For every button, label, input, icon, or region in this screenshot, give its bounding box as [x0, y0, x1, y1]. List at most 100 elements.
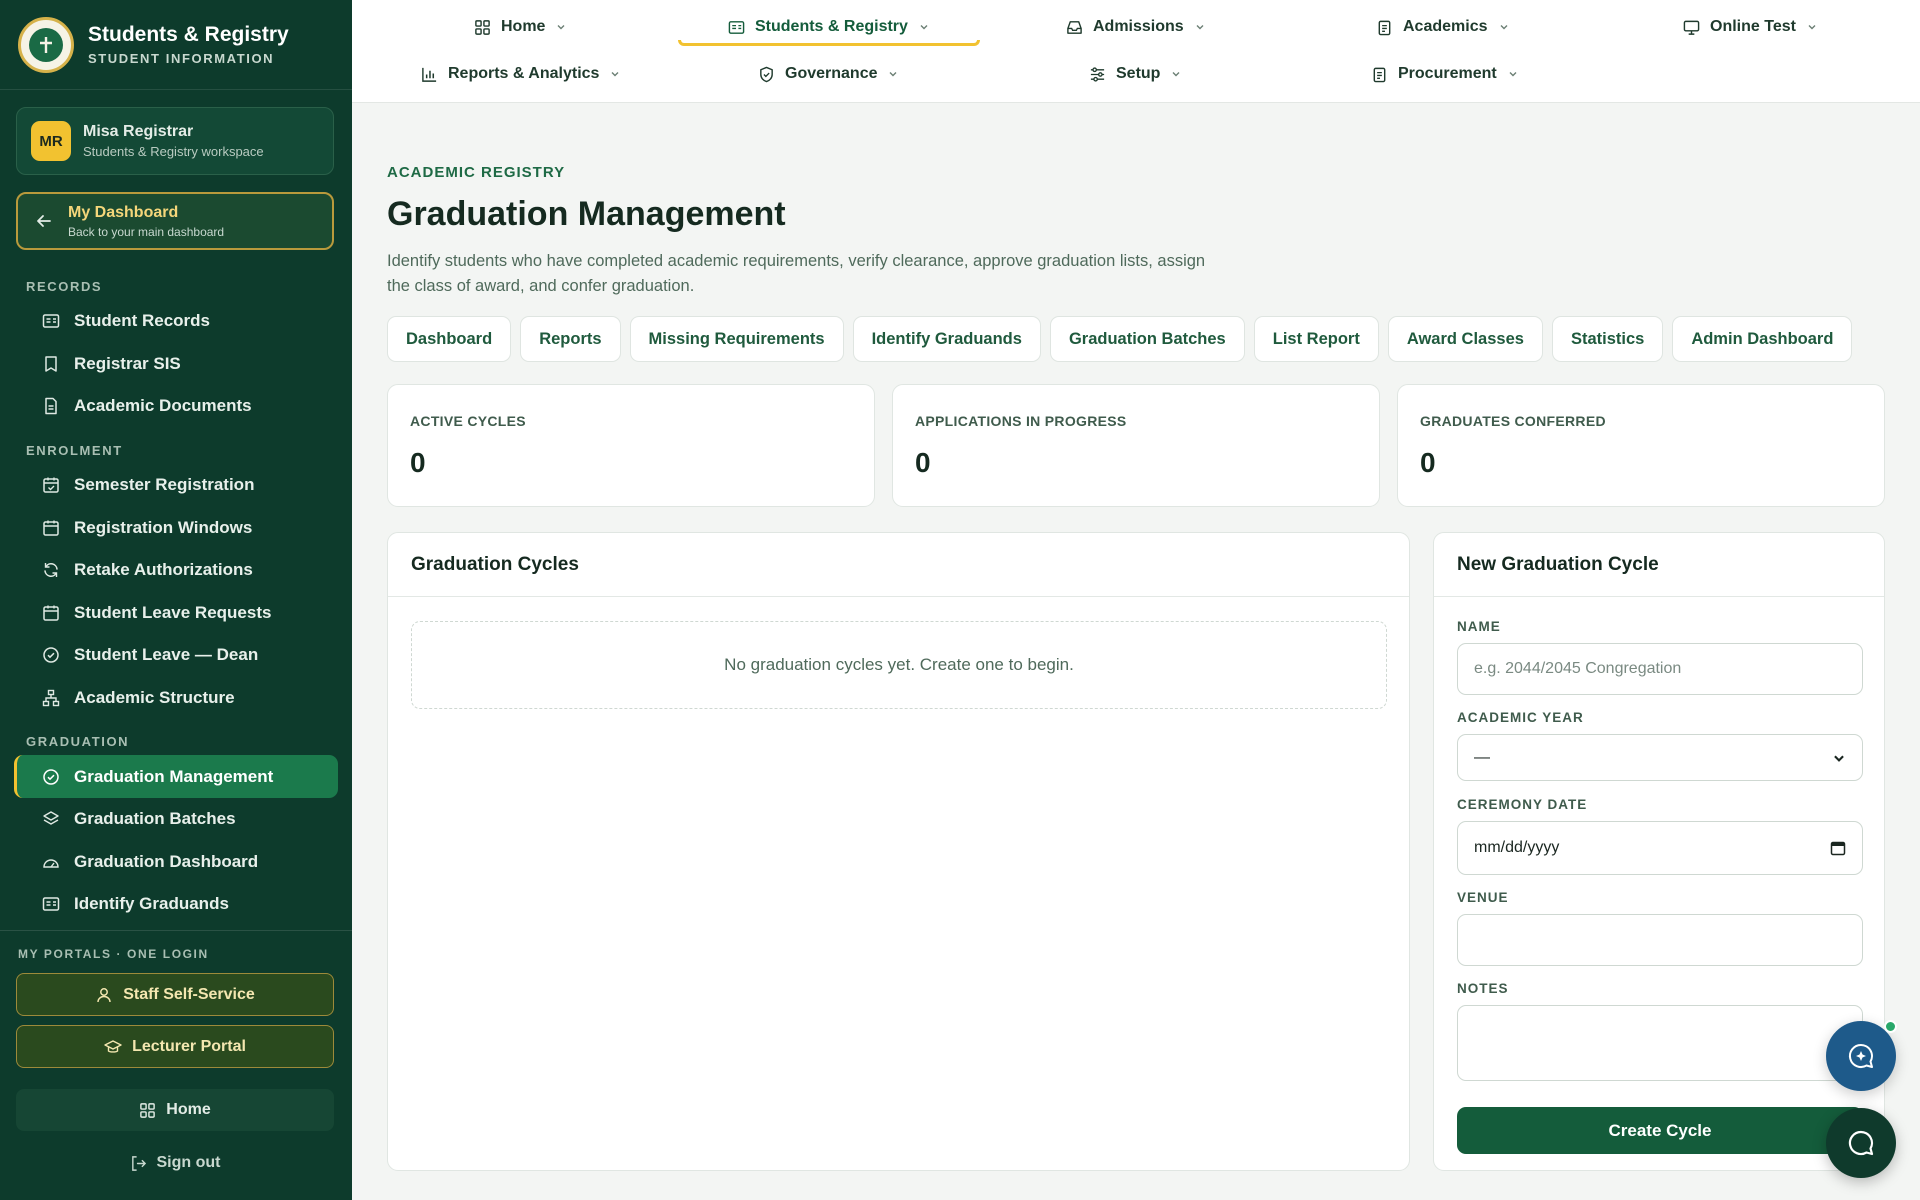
sidebar-item-label: Graduation Batches: [74, 809, 236, 829]
empty-state: No graduation cycles yet. Create one to …: [411, 621, 1387, 709]
brand-title: Students & Registry: [88, 23, 289, 46]
refresh-icon: [44, 563, 58, 578]
sidebar-item-label: Student Leave — Dean: [74, 645, 259, 665]
calendar-check-icon: [43, 477, 59, 493]
sidebar-item-academic-documents[interactable]: Academic Documents: [14, 385, 338, 428]
sidebar-item-academic-structure[interactable]: Academic Structure: [14, 677, 338, 720]
name-input[interactable]: e.g. 2044/2045 Congregation: [1457, 643, 1863, 695]
chat-sparkle-icon: [1849, 1043, 1873, 1068]
chevron-down-icon: [1196, 25, 1204, 30]
id-card-icon: [42, 314, 60, 329]
page-eyebrow: ACADEMIC REGISTRY: [387, 164, 566, 181]
inbox-icon: [1067, 20, 1082, 34]
page-description: Identify students who have completed aca…: [387, 252, 1206, 295]
id-card-icon: [42, 897, 60, 912]
lecturer-portal-button[interactable]: Lecturer Portal: [16, 1025, 334, 1068]
nav-home[interactable]: Home: [474, 11, 567, 43]
sidebar-item-student-records[interactable]: Student Records: [14, 300, 338, 343]
create-cycle-button[interactable]: Create Cycle: [1457, 1107, 1863, 1154]
lecturer-portal-label: Lecturer Portal: [132, 1037, 246, 1055]
logout-icon: [131, 1155, 146, 1171]
sidebar: Students & Registry STUDENT INFORMATION …: [0, 0, 352, 1200]
nav-students-registry[interactable]: Students & Registry: [728, 11, 930, 43]
sidebar-nav[interactable]: RECORDS Student Records Registrar SIS Ac…: [0, 264, 352, 930]
grid-icon: [475, 19, 490, 35]
notes-textarea[interactable]: [1457, 1005, 1863, 1081]
sliders-icon: [1090, 66, 1105, 82]
sidebar-item-student-leave-dean[interactable]: Student Leave — Dean: [14, 634, 338, 677]
sidebar-item-label: Student Records: [74, 311, 211, 331]
tab-graduation-batches[interactable]: Graduation Batches: [1049, 316, 1245, 362]
dashboard-link-title: My Dashboard: [68, 203, 179, 221]
id-card-icon: [728, 20, 745, 34]
tab-admin-dashboard[interactable]: Admin Dashboard: [1672, 316, 1853, 362]
sidebar-item-label: Retake Authorizations: [74, 560, 253, 580]
stat-card-applications: APPLICATIONS IN PROGRESS 0: [892, 384, 1380, 507]
calendar-icon: [43, 520, 59, 536]
chevron-down-icon: [1509, 72, 1517, 77]
section-label-graduation: GRADUATION: [26, 734, 130, 750]
sidebar-item-graduation-dashboard[interactable]: Graduation Dashboard: [14, 841, 338, 884]
tab-award-classes[interactable]: Award Classes: [1387, 316, 1543, 362]
chevron-down-icon: [611, 72, 619, 77]
stat-card-active-cycles: ACTIVE CYCLES 0: [387, 384, 875, 507]
sidebar-item-label: Identify Graduands: [74, 894, 229, 914]
stat-label: GRADUATES CONFERRED: [1420, 413, 1606, 429]
sidebar-item-label: Academic Documents: [74, 396, 252, 416]
sidebar-home-label: Home: [166, 1101, 211, 1118]
document-icon: [45, 398, 57, 415]
sidebar-item-registrar-sis[interactable]: Registrar SIS: [14, 343, 338, 386]
nav-online-test[interactable]: Online Test: [1683, 11, 1818, 43]
sidebar-item-semester-registration[interactable]: Semester Registration: [14, 464, 338, 507]
academic-year-value: —: [1474, 748, 1490, 766]
nav-reports-analytics[interactable]: Reports & Analytics: [421, 58, 621, 90]
nav-procurement[interactable]: Procurement: [1371, 58, 1519, 90]
venue-label: VENUE: [1457, 890, 1509, 905]
sidebar-item-identify-graduands[interactable]: Identify Graduands: [14, 883, 338, 926]
active-nav-indicator: [678, 40, 980, 46]
check-circle-icon: [43, 768, 59, 785]
venue-input[interactable]: [1457, 914, 1863, 966]
tab-missing-requirements[interactable]: Missing Requirements: [629, 316, 844, 362]
name-label: NAME: [1457, 619, 1501, 634]
sidebar-home-button[interactable]: Home: [16, 1089, 334, 1131]
sidebar-item-graduation-batches[interactable]: Graduation Batches: [14, 798, 338, 841]
nav-admissions-label: Admissions: [1093, 18, 1184, 35]
tab-dashboard[interactable]: Dashboard: [387, 316, 512, 362]
sidebar-item-label: Registration Windows: [74, 517, 253, 537]
sidebar-item-student-leave-requests[interactable]: Student Leave Requests: [14, 592, 338, 635]
academic-year-select[interactable]: —: [1457, 734, 1863, 781]
my-dashboard-link[interactable]: My Dashboard Back to your main dashboard: [16, 192, 334, 250]
ceremony-date-input[interactable]: mm/dd/yyyy: [1457, 821, 1863, 875]
nav-home-label: Home: [501, 18, 546, 35]
tab-list-report[interactable]: List Report: [1253, 316, 1379, 362]
nav-academics[interactable]: Academics: [1376, 11, 1510, 43]
staff-self-service-button[interactable]: Staff Self-Service: [16, 973, 334, 1016]
nav-governance[interactable]: Governance: [758, 58, 899, 90]
panel-title: Graduation Cycles: [388, 533, 1409, 597]
check-circle-icon: [43, 647, 59, 664]
user-name: Misa Registrar: [83, 123, 194, 140]
chat-bubble-icon: [1848, 1130, 1874, 1156]
brand-header: Students & Registry STUDENT INFORMATION: [0, 0, 352, 90]
calendar-icon: [1830, 841, 1846, 856]
sidebar-item-retake-authorizations[interactable]: Retake Authorizations: [14, 549, 338, 592]
sidebar-item-label: Registrar SIS: [74, 353, 181, 373]
university-logo: [18, 16, 74, 73]
nav-setup[interactable]: Setup: [1089, 58, 1182, 90]
nav-admissions[interactable]: Admissions: [1066, 11, 1206, 43]
tab-statistics[interactable]: Statistics: [1551, 316, 1664, 362]
tab-identify-graduands[interactable]: Identify Graduands: [852, 316, 1041, 362]
sidebar-item-registration-windows[interactable]: Registration Windows: [14, 506, 338, 549]
nav-academics-label: Academics: [1403, 18, 1488, 35]
sign-out-button[interactable]: Sign out: [16, 1143, 334, 1183]
form-title: New Graduation Cycle: [1434, 533, 1884, 597]
avatar: MR: [31, 121, 71, 161]
sidebar-item-graduation-management[interactable]: Graduation Management: [14, 755, 338, 798]
sidebar-item-label: Semester Registration: [74, 475, 255, 495]
chevron-down-icon: [889, 72, 897, 77]
nav-governance-label: Governance: [785, 65, 878, 82]
tab-reports[interactable]: Reports: [520, 316, 621, 362]
gauge-icon: [43, 859, 59, 868]
chat-button[interactable]: [1826, 1108, 1896, 1178]
